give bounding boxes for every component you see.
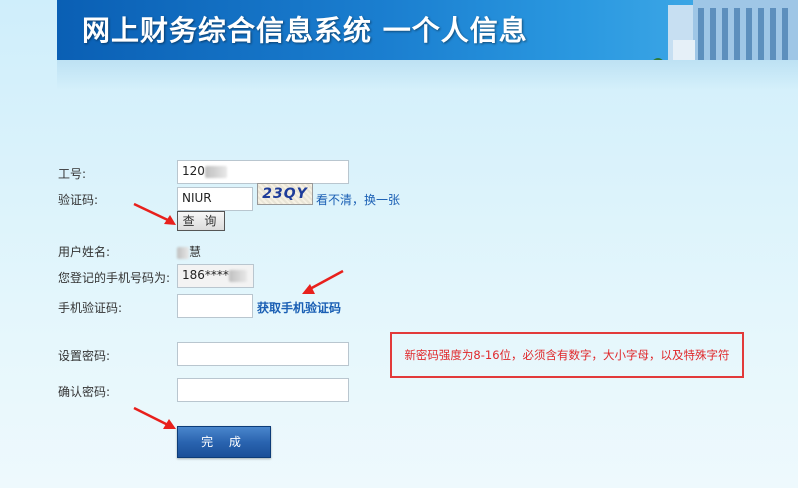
user-name-label: 用户姓名: [58, 245, 111, 259]
redacted-blur [204, 165, 227, 178]
confirm-password-input[interactable] [177, 378, 349, 402]
sms-code-label: 手机验证码: [58, 301, 123, 315]
confirm-password-label: 确认密码: [58, 385, 111, 399]
set-password-label: 设置密码: [58, 349, 111, 363]
employee-id-label: 工号: [58, 167, 87, 181]
submit-button[interactable]: 完 成 [177, 426, 271, 458]
user-name-value-wrap: 慧 [177, 243, 201, 260]
arrow-annotation-icon [302, 269, 344, 294]
employee-id-input[interactable]: 120 [177, 160, 349, 184]
arrow-annotation-icon [133, 406, 176, 429]
sms-code-input[interactable] [177, 294, 253, 318]
banner-shadow [57, 60, 798, 90]
set-password-input[interactable] [177, 342, 349, 366]
phone-display: 186**** [177, 264, 254, 288]
captcha-input[interactable]: NIUR [177, 187, 253, 211]
employee-id-value: 120 [182, 164, 205, 178]
captcha-input-value: NIUR [182, 191, 212, 205]
arrow-annotation-icon [133, 202, 176, 225]
refresh-captcha-link[interactable]: 看不清，换一张 [316, 191, 400, 208]
captcha-label: 验证码: [58, 193, 99, 207]
password-rule-notice: 新密码强度为8-16位，必须含有数字，大小字母，以及特殊字符 [390, 332, 744, 378]
phone-label: 您登记的手机号码为: [58, 271, 171, 285]
phone-value: 186**** [182, 268, 229, 282]
page-title: 网上财务综合信息系统 一个人信息 [82, 14, 528, 47]
get-sms-code-link[interactable]: 获取手机验证码 [257, 299, 341, 316]
captcha-image[interactable]: 23QY [257, 183, 313, 205]
redacted-blur [228, 269, 247, 282]
redacted-blur [177, 246, 189, 259]
building-illustration [653, 0, 798, 60]
header-banner: 网上财务综合信息系统 一个人信息 [57, 0, 798, 60]
user-name-value: 慧 [189, 245, 202, 259]
query-button[interactable]: 查 询 [177, 211, 225, 231]
